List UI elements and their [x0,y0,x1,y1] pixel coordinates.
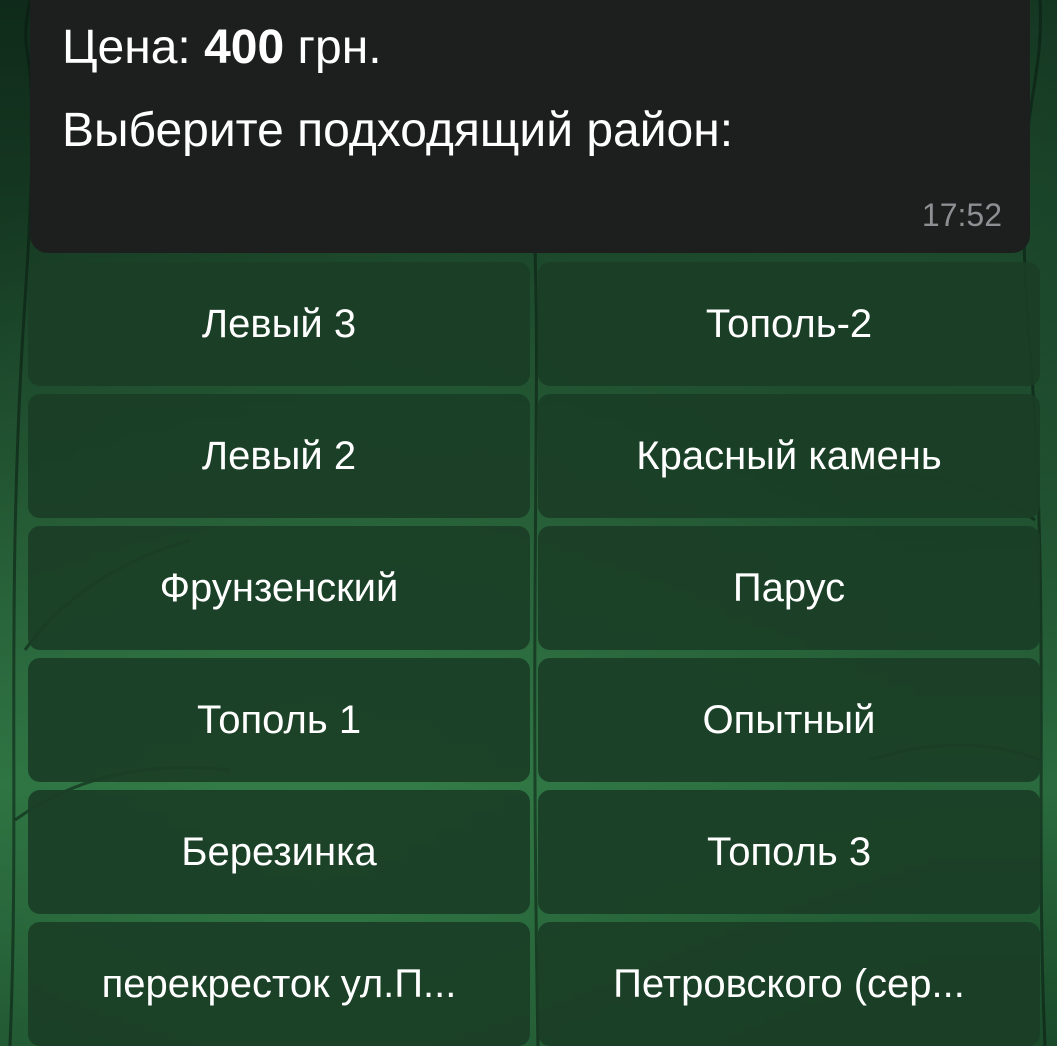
district-button-frunzenskii[interactable]: Фрунзенский [28,526,530,650]
price-value: 400 [204,21,285,74]
district-button-opytnyi[interactable]: Опытный [538,658,1040,782]
district-button-krasnyi-kamen[interactable]: Красный камень [538,394,1040,518]
district-button-topol-3[interactable]: Тополь 3 [538,790,1040,914]
price-line: Цена: 400 грн. [62,20,382,76]
message-timestamp: 17:52 [921,197,1002,233]
price-label: Цена: [62,21,205,74]
district-button-topol-2[interactable]: Тополь-2 [538,262,1040,386]
district-button-parus[interactable]: Парус [538,526,1040,650]
district-prompt: Выберите подходящий район: [62,104,734,157]
district-button-perekrestok[interactable]: перекресток ул.П... [28,922,530,1046]
price-unit: грн. [284,21,382,74]
district-button-topol-1[interactable]: Тополь 1 [28,658,530,782]
district-button-levyi-2[interactable]: Левый 2 [28,394,530,518]
district-button-levyi-3[interactable]: Левый 3 [28,262,530,386]
district-button-petrovskogo[interactable]: Петровского (сер... [538,922,1040,1046]
district-button-berezinka[interactable]: Березинка [28,790,530,914]
bot-message-bubble: Цена: 400 грн. Выберите подходящий район… [30,0,1030,253]
